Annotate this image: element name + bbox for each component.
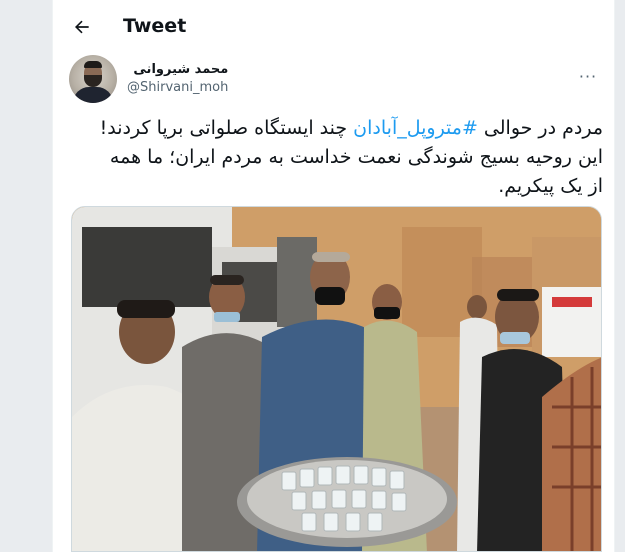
avatar[interactable] <box>69 55 117 103</box>
back-button[interactable] <box>67 12 97 42</box>
author-handle[interactable]: @Shirvani_moh <box>127 79 228 97</box>
author-display-name[interactable]: محمد شیروانی <box>127 61 228 79</box>
tweet-panel: Tweet محمد شیروانی @Shirvani_moh ··· مرد… <box>52 0 615 552</box>
tweet-photo[interactable] <box>71 206 602 552</box>
tweet-text-before: مردم در حوالی <box>477 117 603 139</box>
more-horizontal-icon: ··· <box>578 66 598 86</box>
hashtag-link[interactable]: #متروپل_آبادان <box>353 117 478 139</box>
tweet-header: Tweet <box>53 0 614 54</box>
page-title: Tweet <box>123 15 187 37</box>
tweet-text: مردم در حوالی #متروپل_آبادان چند ایستگاه… <box>93 114 603 201</box>
tweet-author[interactable]: محمد شیروانی @Shirvani_moh <box>69 54 228 104</box>
arrow-left-icon <box>75 20 89 34</box>
tweet-photo-illustration <box>72 207 601 551</box>
more-options-button[interactable]: ··· <box>576 64 600 88</box>
